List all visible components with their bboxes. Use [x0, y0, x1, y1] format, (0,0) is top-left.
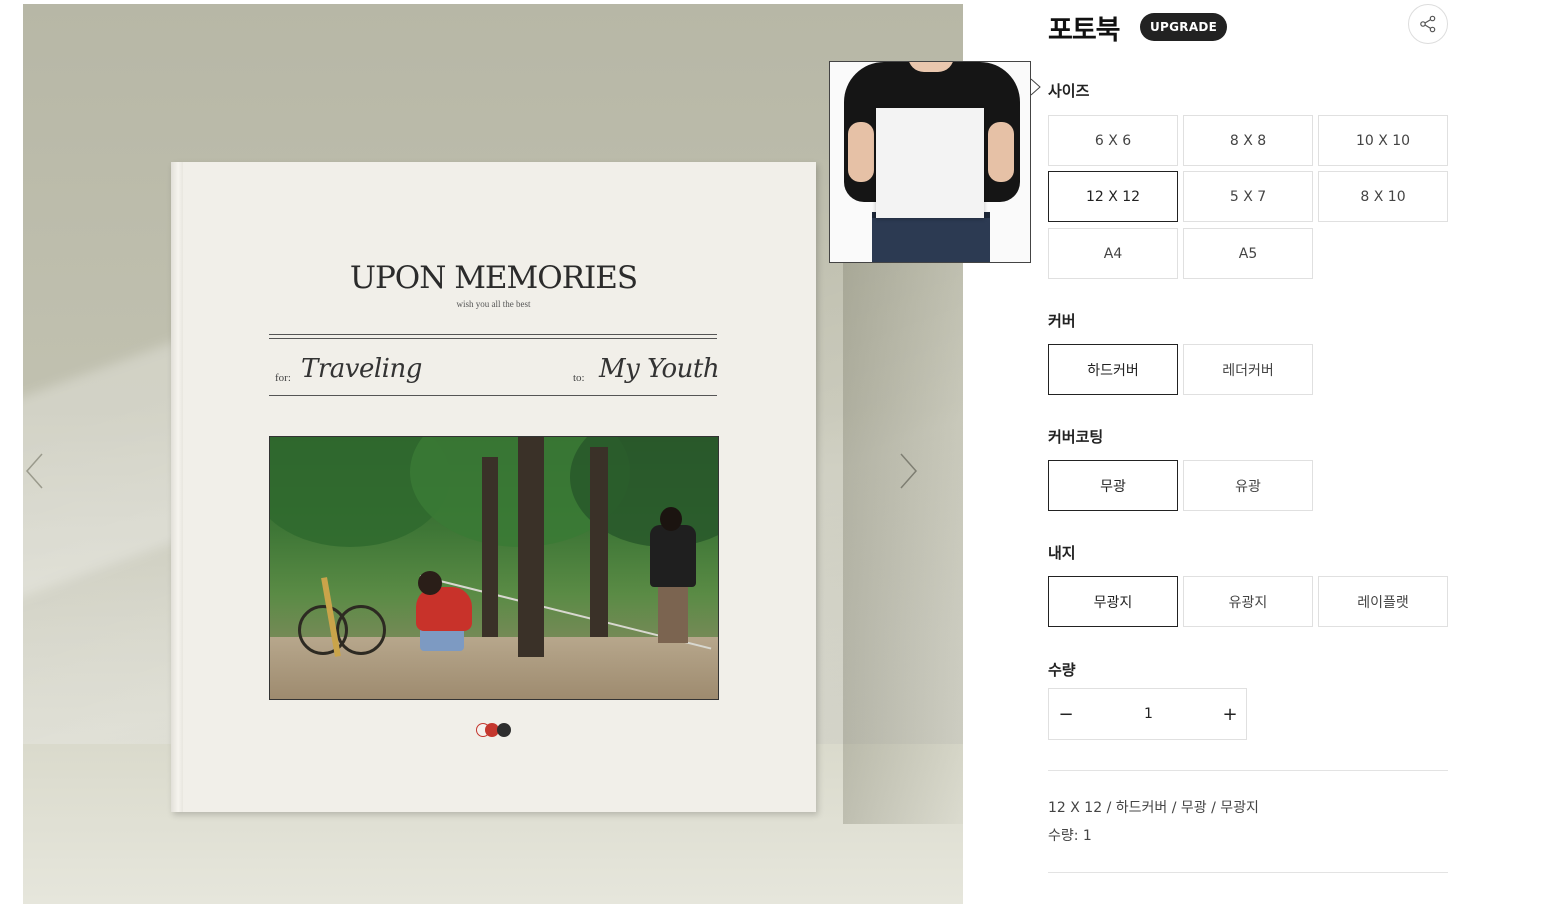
book-cover-photo: [269, 436, 719, 700]
cover-option-hard[interactable]: 하드커버: [1048, 344, 1178, 395]
size-label: 사이즈: [1048, 82, 1090, 100]
coating-option-matte[interactable]: 무광: [1048, 460, 1178, 511]
selected-options-summary: 12 X 12 / 하드커버 / 무광 / 무광지: [1048, 800, 1259, 816]
quantity-minus-button[interactable]: −: [1049, 689, 1083, 739]
coating-option-glossy[interactable]: 유광: [1183, 460, 1313, 511]
cover-option-leather[interactable]: 레더커버: [1183, 344, 1313, 395]
inner-option-layflat[interactable]: 레이플랫: [1318, 576, 1448, 627]
book-for-label: for:: [275, 372, 291, 384]
cover-color-swatches: [476, 723, 516, 737]
size-option-6x6[interactable]: 6 X 6: [1048, 115, 1178, 166]
size-option-a4[interactable]: A4: [1048, 228, 1178, 279]
swatch-black[interactable]: [497, 723, 511, 737]
inner-option-glossy[interactable]: 유광지: [1183, 576, 1313, 627]
size-preview-image: [829, 61, 1031, 263]
product-gallery: UPON MEMORIES wish you all the best for:…: [23, 4, 963, 904]
size-option-a5[interactable]: A5: [1183, 228, 1313, 279]
size-preview-paper: [876, 108, 984, 218]
size-option-12x12[interactable]: 12 X 12: [1048, 171, 1178, 222]
summary-divider-top: [1048, 770, 1448, 771]
size-option-10x10[interactable]: 10 X 10: [1318, 115, 1448, 166]
photobook-mockup: UPON MEMORIES wish you all the best for:…: [171, 162, 816, 812]
quantity-label: 수량: [1048, 661, 1076, 679]
size-option-5x7[interactable]: 5 X 7: [1183, 171, 1313, 222]
size-option-8x10[interactable]: 8 X 10: [1318, 171, 1448, 222]
book-rule-top-double: [269, 338, 717, 339]
share-icon: [1420, 15, 1436, 33]
coating-label: 커버코팅: [1048, 428, 1104, 446]
size-option-8x8[interactable]: 8 X 8: [1183, 115, 1313, 166]
quantity-stepper: − 1 +: [1048, 688, 1247, 740]
product-title: 포토북: [1048, 15, 1121, 46]
book-to-label: to:: [573, 372, 585, 384]
quantity-plus-button[interactable]: +: [1213, 689, 1247, 739]
quantity-value[interactable]: 1: [1089, 689, 1208, 739]
book-cover-title: UPON MEMORIES: [349, 260, 638, 296]
cover-label: 커버: [1048, 312, 1076, 330]
selected-quantity-summary: 수량: 1: [1048, 828, 1092, 844]
book-to-value: My Youth: [599, 354, 720, 384]
inner-option-matte[interactable]: 무광지: [1048, 576, 1178, 627]
book-rule-top: [269, 334, 717, 335]
upgrade-badge: UPGRADE: [1140, 13, 1228, 41]
share-button[interactable]: [1408, 4, 1448, 44]
book-for-value: Traveling: [301, 354, 422, 384]
chevron-right-icon[interactable]: [897, 452, 919, 490]
summary-divider-bottom: [1048, 872, 1448, 873]
preview-pointer-icon: [1030, 78, 1041, 96]
book-cover-subtitle: wish you all the best: [456, 299, 531, 309]
book-shadow: [843, 254, 963, 824]
chevron-left-icon[interactable]: [24, 452, 46, 490]
product-options-panel: 포토북 UPGRADE 사이즈 6 X 6 8 X 8 10 X 10 12 X…: [1048, 0, 1448, 904]
inner-paper-label: 내지: [1048, 544, 1076, 562]
book-rule-bottom: [269, 395, 717, 396]
